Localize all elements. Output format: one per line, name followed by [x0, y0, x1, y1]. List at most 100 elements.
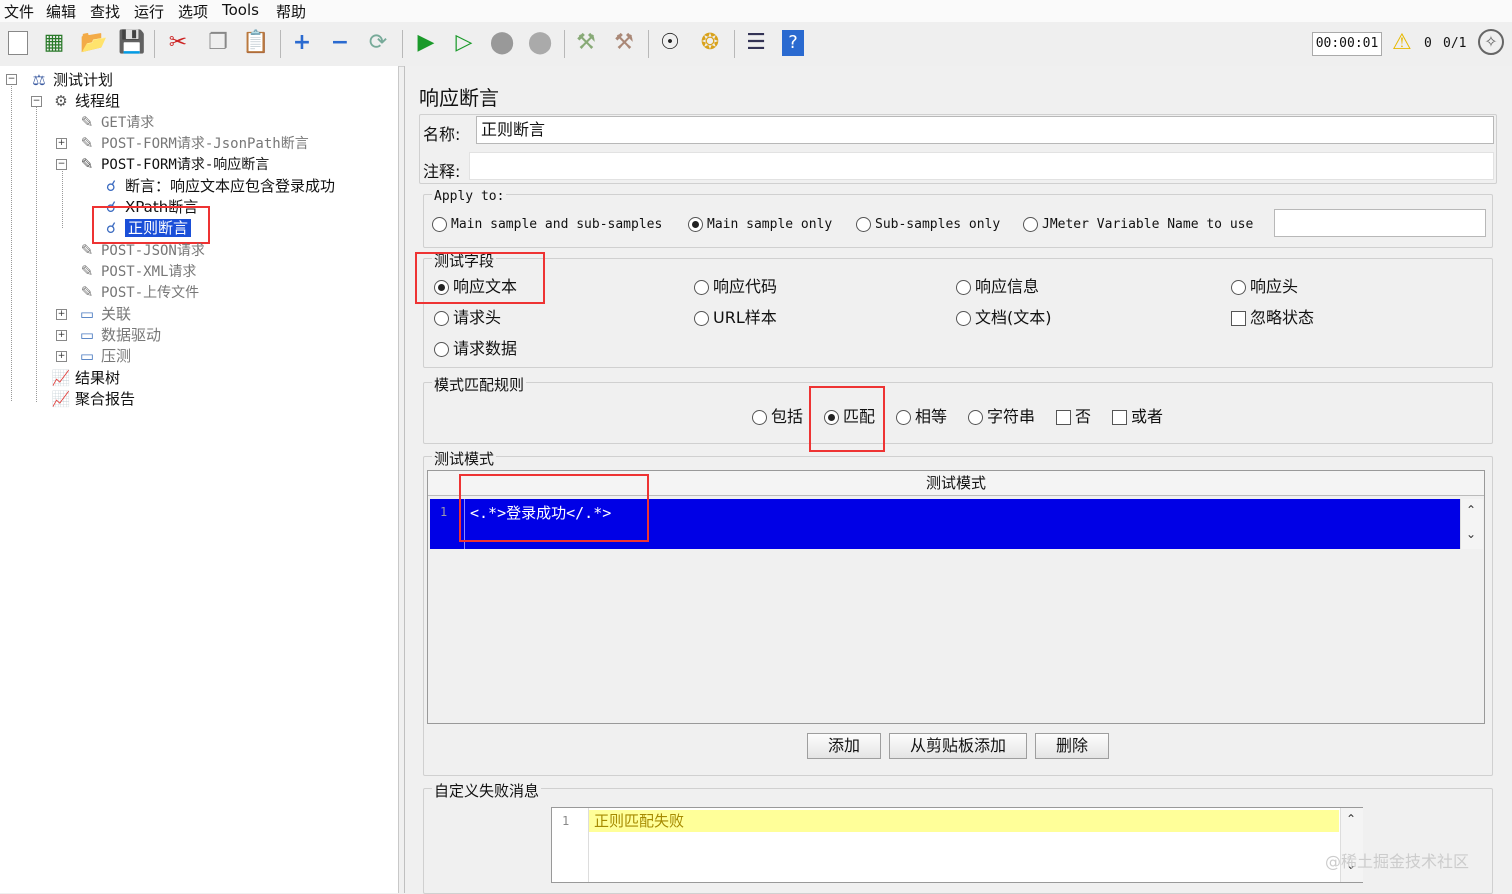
- collapse-icon[interactable]: −: [326, 28, 354, 58]
- expand-icon[interactable]: +: [288, 28, 316, 58]
- response-code-radio[interactable]: 响应代码: [694, 277, 777, 297]
- menu-options[interactable]: 选项: [178, 1, 208, 22]
- menu-help[interactable]: 帮助: [276, 1, 306, 22]
- apply-main-and-sub-radio[interactable]: Main sample and sub-samples: [432, 215, 662, 235]
- menu-run[interactable]: 运行: [134, 1, 164, 22]
- matches-radio[interactable]: 匹配: [824, 407, 875, 427]
- tree-item-get-request[interactable]: ✎ GET请求: [76, 112, 155, 132]
- apply-jmeter-variable-radio[interactable]: JMeter Variable Name to use: [1023, 215, 1253, 235]
- templates-icon[interactable]: ▦: [40, 28, 68, 58]
- apply-to-legend: Apply to:: [432, 189, 507, 204]
- tree-item-regex-assertion[interactable]: ☌ 正则断言: [100, 218, 192, 238]
- copy-icon[interactable]: ❐: [204, 28, 232, 58]
- stop-icon[interactable]: ⬤: [488, 28, 516, 58]
- ignore-status-checkbox[interactable]: 忽略状态: [1231, 308, 1314, 328]
- collapse-toggle[interactable]: −: [56, 159, 67, 170]
- magnifier-icon: ☌: [105, 219, 117, 237]
- listener-chart-icon: 📈: [51, 390, 71, 408]
- add-from-clipboard-button[interactable]: 从剪贴板添加: [889, 733, 1027, 759]
- tree-item-correlation[interactable]: ▭ 关联: [76, 304, 131, 324]
- collapse-toggle[interactable]: −: [31, 96, 42, 107]
- response-text-radio[interactable]: 响应文本: [434, 277, 517, 297]
- listener-chart-icon: 📈: [51, 369, 71, 387]
- jmeter-variable-field[interactable]: [1274, 209, 1486, 237]
- search-icon[interactable]: ☉: [656, 28, 684, 58]
- watermark: @稀土掘金技术社区: [1325, 852, 1470, 871]
- paste-icon[interactable]: 📋: [242, 28, 270, 58]
- url-sampled-radio[interactable]: URL样本: [694, 308, 777, 328]
- not-checkbox[interactable]: 否: [1056, 407, 1091, 427]
- help-icon[interactable]: ?: [782, 30, 804, 56]
- sampler-pen-icon: ✎: [80, 155, 94, 173]
- start-no-pause-icon[interactable]: ▷: [450, 28, 478, 58]
- clear-all-icon[interactable]: ⚒: [610, 28, 638, 58]
- field-to-test-group: 测试字段 响应文本 响应代码 响应信息 响应头 请求头 URL样本 文档(文本)…: [423, 250, 1493, 368]
- equals-radio[interactable]: 相等: [896, 407, 947, 427]
- add-button[interactable]: 添加: [807, 733, 881, 759]
- apply-main-only-radio[interactable]: Main sample only: [688, 215, 832, 235]
- failure-message-text[interactable]: 正则匹配失败: [594, 810, 684, 831]
- save-icon[interactable]: 💾: [118, 28, 146, 58]
- cut-icon[interactable]: ✂: [164, 28, 192, 58]
- expand-toggle[interactable]: +: [56, 351, 67, 362]
- clear-icon[interactable]: ⚒: [572, 28, 600, 58]
- active-threads: 0/1: [1443, 36, 1467, 51]
- tree-item-aggregate-report[interactable]: 📈 聚合报告: [50, 389, 135, 409]
- request-headers-radio[interactable]: 请求头: [434, 308, 501, 328]
- pattern-value[interactable]: <.*>登录成功</.*>: [470, 502, 611, 523]
- expand-toggle[interactable]: +: [56, 309, 67, 320]
- tree-item-thread-group[interactable]: ⚙ 线程组: [50, 91, 120, 111]
- tree-item-post-xml[interactable]: ✎ POST-XML请求: [76, 261, 197, 281]
- function-helper-icon[interactable]: ☰: [742, 28, 770, 58]
- magnifier-icon: ☌: [105, 177, 117, 195]
- response-headers-radio[interactable]: 响应头: [1231, 277, 1298, 297]
- tree-item-xpath-assertion[interactable]: ☌ XPath断言: [100, 197, 198, 217]
- tree-item-load-test[interactable]: ▭ 压测: [76, 346, 131, 366]
- reset-search-icon[interactable]: ❂: [696, 28, 724, 58]
- request-data-radio[interactable]: 请求数据: [434, 339, 517, 359]
- menu-search[interactable]: 查找: [90, 1, 120, 22]
- tree-item-post-upload[interactable]: ✎ POST-上传文件: [76, 282, 199, 302]
- shutdown-icon[interactable]: ⬤: [526, 28, 554, 58]
- controller-icon: ▭: [79, 305, 95, 323]
- toggle-icon[interactable]: ⟳: [364, 28, 392, 58]
- tree-item-assertion-contains-login[interactable]: ☌ 断言：响应文本应包含登录成功: [100, 176, 335, 196]
- tree-item-post-json[interactable]: ✎ POST-JSON请求: [76, 240, 205, 260]
- comment-field[interactable]: [469, 152, 1494, 180]
- delete-button[interactable]: 删除: [1035, 733, 1109, 759]
- expand-toggle[interactable]: +: [56, 138, 67, 149]
- pattern-row[interactable]: 1 <.*>登录成功</.*>: [430, 499, 1460, 549]
- document-text-radio[interactable]: 文档(文本): [956, 308, 1052, 328]
- new-icon[interactable]: [4, 28, 32, 58]
- line-number: 1: [562, 814, 570, 828]
- open-icon[interactable]: 📂: [80, 28, 108, 58]
- tree-item-post-form-jsonpath[interactable]: ✎ POST-FORM请求-JsonPath断言: [76, 133, 309, 153]
- tree-item-data-driven[interactable]: ▭ 数据驱动: [76, 325, 161, 345]
- expand-toggle[interactable]: +: [56, 330, 67, 341]
- magnifier-icon: ☌: [105, 198, 117, 216]
- name-label: 名称:: [423, 125, 461, 144]
- pattern-scrollbar[interactable]: ⌃ ⌄: [1460, 499, 1483, 549]
- response-message-radio[interactable]: 响应信息: [956, 277, 1039, 297]
- warning-count: 0: [1424, 36, 1432, 51]
- tree-item-results-tree[interactable]: 📈 结果树: [50, 368, 120, 388]
- start-icon[interactable]: ▶: [412, 28, 440, 58]
- panel-title: 响应断言: [419, 86, 499, 110]
- remote-status-icon: ✧: [1478, 29, 1504, 55]
- or-checkbox[interactable]: 或者: [1112, 407, 1163, 427]
- contains-radio[interactable]: 包括: [752, 407, 803, 427]
- warning-icon[interactable]: ⚠: [1392, 30, 1412, 55]
- failure-message-editor[interactable]: 1 正则匹配失败 ⌃ ⌄: [551, 807, 1363, 883]
- controller-icon: ▭: [79, 326, 95, 344]
- name-field[interactable]: 正则断言: [476, 116, 1494, 144]
- apply-sub-only-radio[interactable]: Sub-samples only: [856, 215, 1000, 235]
- scroll-up-icon: ⌃: [1346, 812, 1357, 826]
- menu-edit[interactable]: 编辑: [46, 1, 76, 22]
- sampler-pen-icon: ✎: [80, 262, 94, 280]
- collapse-toggle[interactable]: −: [6, 74, 17, 85]
- tree-item-test-plan[interactable]: ⚖ 测试计划: [28, 70, 113, 90]
- menu-file[interactable]: 文件: [4, 1, 34, 22]
- tree-item-post-form-response-assertion[interactable]: ✎ POST-FORM请求-响应断言: [76, 154, 270, 174]
- substring-radio[interactable]: 字符串: [968, 407, 1035, 427]
- menu-tools[interactable]: Tools: [222, 1, 259, 19]
